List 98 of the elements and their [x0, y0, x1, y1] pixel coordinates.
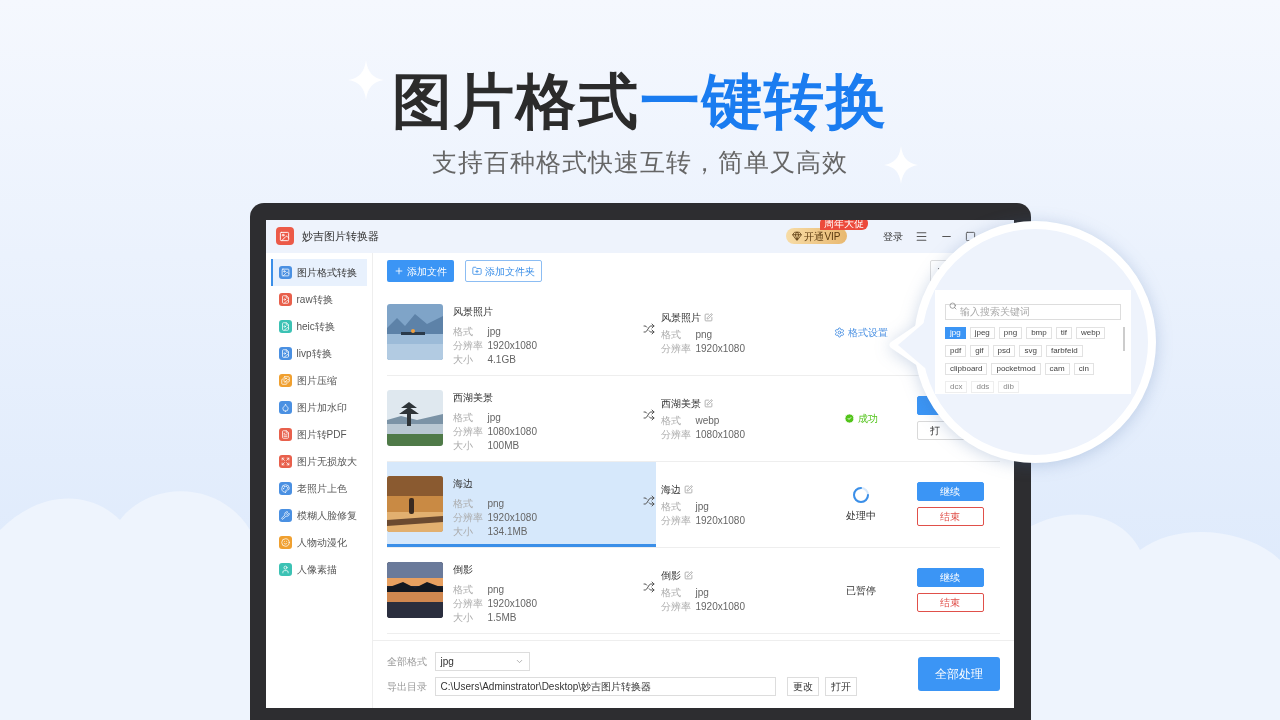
field-label: 分辨率 [452, 339, 484, 352]
promo-badge: 周年大促 [820, 219, 869, 230]
format-tag[interactable]: dcx [945, 381, 968, 393]
field-value: 1920x1080 [487, 511, 537, 524]
field-label: 大小 [452, 611, 474, 624]
field-value: png [695, 327, 713, 341]
format-tag[interactable]: pdf [945, 345, 967, 357]
field-value: 1080x1080 [487, 425, 537, 438]
format-tag[interactable]: cin [1073, 363, 1094, 375]
field-value: 1080x1080 [695, 427, 745, 441]
field-value: 1920x1080 [487, 339, 537, 352]
directory-field[interactable]: C:\Users\Adminstrator\Desktop\妙吉图片转换器 [434, 677, 776, 696]
vip-button[interactable]: 开通VIP [786, 228, 847, 244]
sidebar-item[interactable]: 图片加水印 [270, 393, 367, 421]
field-label: 大小 [452, 525, 474, 538]
field-value: webp [695, 413, 720, 427]
format-label: 全部格式 [386, 655, 427, 669]
add-folder-button[interactable]: 添加文件夹 [464, 260, 542, 282]
field-label: 分辨率 [660, 427, 692, 441]
format-tag[interactable]: jpeg [969, 327, 995, 339]
format-tag[interactable]: svg [1019, 345, 1042, 357]
field-label: 格式 [660, 499, 682, 513]
file-name: 倒影 [452, 564, 473, 575]
format-tag[interactable]: psd [992, 345, 1016, 357]
sidebar-item[interactable]: 图片无损放大 [270, 447, 367, 475]
sidebar-item[interactable]: 图片格式转换 [270, 258, 367, 286]
format-search-field[interactable]: 输入搜索关键词 [945, 303, 1121, 320]
field-value: 1920x1080 [695, 599, 745, 613]
sidebar-item[interactable]: 模糊人脸修复 [270, 501, 367, 529]
format-tag[interactable]: webp [1075, 327, 1106, 339]
field-label: 格式 [660, 585, 682, 599]
field-label: 格式 [452, 497, 474, 510]
sidebar-item[interactable]: livp转换 [270, 339, 367, 367]
field-value: 100MB [487, 439, 520, 452]
field-label: 分辨率 [452, 511, 484, 524]
hero-subtitle: 支持百种格式快速互转，简单又高效 [432, 147, 848, 178]
target-name: 海边 [660, 482, 681, 497]
file-name: 西湖美景 [452, 392, 493, 403]
field-label: 分辨率 [660, 599, 692, 613]
field-label: 格式 [660, 413, 682, 427]
hero-title-accent: 一键转换 [640, 67, 888, 137]
field-value: png [487, 497, 505, 510]
directory-label: 导出目录 [386, 680, 427, 694]
sidebar-item[interactable]: heic转换 [270, 312, 367, 340]
field-label: 大小 [452, 353, 474, 366]
field-value: jpg [487, 325, 501, 338]
format-tag[interactable]: gif [970, 345, 989, 357]
field-label: 格式 [452, 325, 474, 338]
field-value: jpg [487, 411, 501, 424]
sidebar-item[interactable]: 人像素描 [270, 555, 367, 583]
field-label: 格式 [452, 583, 474, 596]
field-value: jpg [695, 585, 709, 599]
field-label: 格式 [452, 411, 474, 424]
field-value: jpg [695, 499, 709, 513]
format-tag[interactable]: png [998, 327, 1023, 339]
sidebar-item[interactable]: 人物动漫化 [270, 528, 367, 556]
sidebar-item[interactable]: 图片转PDF [270, 420, 367, 448]
file-name: 风景照片 [452, 306, 493, 317]
login-link[interactable]: 登录 [882, 228, 903, 244]
format-tag[interactable]: cam [1044, 363, 1070, 375]
target-name: 风景照片 [660, 310, 701, 325]
format-tag[interactable]: clipboard [945, 363, 988, 375]
format-tag[interactable]: pocketmod [991, 363, 1041, 375]
field-label: 大小 [452, 439, 474, 452]
field-value: 4.1GB [487, 353, 516, 366]
field-value: 134.1MB [487, 525, 528, 538]
format-tag[interactable]: dib [998, 381, 1020, 393]
format-tag[interactable]: dds [971, 381, 995, 393]
field-label: 分辨率 [660, 513, 692, 527]
format-settings-button[interactable]: 格式设置 [833, 324, 888, 340]
format-tag[interactable]: farbfeid [1045, 345, 1083, 357]
target-name: 西湖美景 [660, 396, 701, 411]
field-label: 分辨率 [452, 597, 484, 610]
stop-button[interactable]: 结束 [916, 593, 984, 612]
status-text: 成功 [857, 411, 878, 426]
file-name: 海边 [452, 478, 473, 489]
target-name: 倒影 [660, 568, 681, 583]
sidebar-item[interactable]: 图片压缩 [270, 366, 367, 394]
field-value: 1.5MB [487, 611, 517, 624]
status-text: 已暂停 [845, 583, 876, 598]
app-name: 妙吉图片转换器 [301, 228, 379, 244]
stop-button[interactable]: 结束 [916, 507, 984, 526]
field-value: 1920x1080 [695, 341, 745, 355]
open-button[interactable]: 打开 [824, 677, 857, 696]
field-value: 1920x1080 [487, 597, 537, 610]
format-tag[interactable]: bmp [1026, 327, 1052, 339]
sidebar-item[interactable]: 老照片上色 [270, 474, 367, 502]
field-label: 格式 [660, 327, 682, 341]
field-value: png [487, 583, 505, 596]
hero-title: 图片格式 [392, 67, 640, 137]
format-tag[interactable]: tif [1055, 327, 1072, 339]
sidebar-item[interactable]: raw转换 [270, 285, 367, 313]
status-text: 处理中 [845, 508, 876, 523]
change-button[interactable]: 更改 [786, 677, 819, 696]
format-select[interactable]: jpg [434, 652, 530, 671]
field-value: 1920x1080 [695, 513, 745, 527]
field-label: 分辨率 [452, 425, 484, 438]
field-label: 分辨率 [660, 341, 692, 355]
